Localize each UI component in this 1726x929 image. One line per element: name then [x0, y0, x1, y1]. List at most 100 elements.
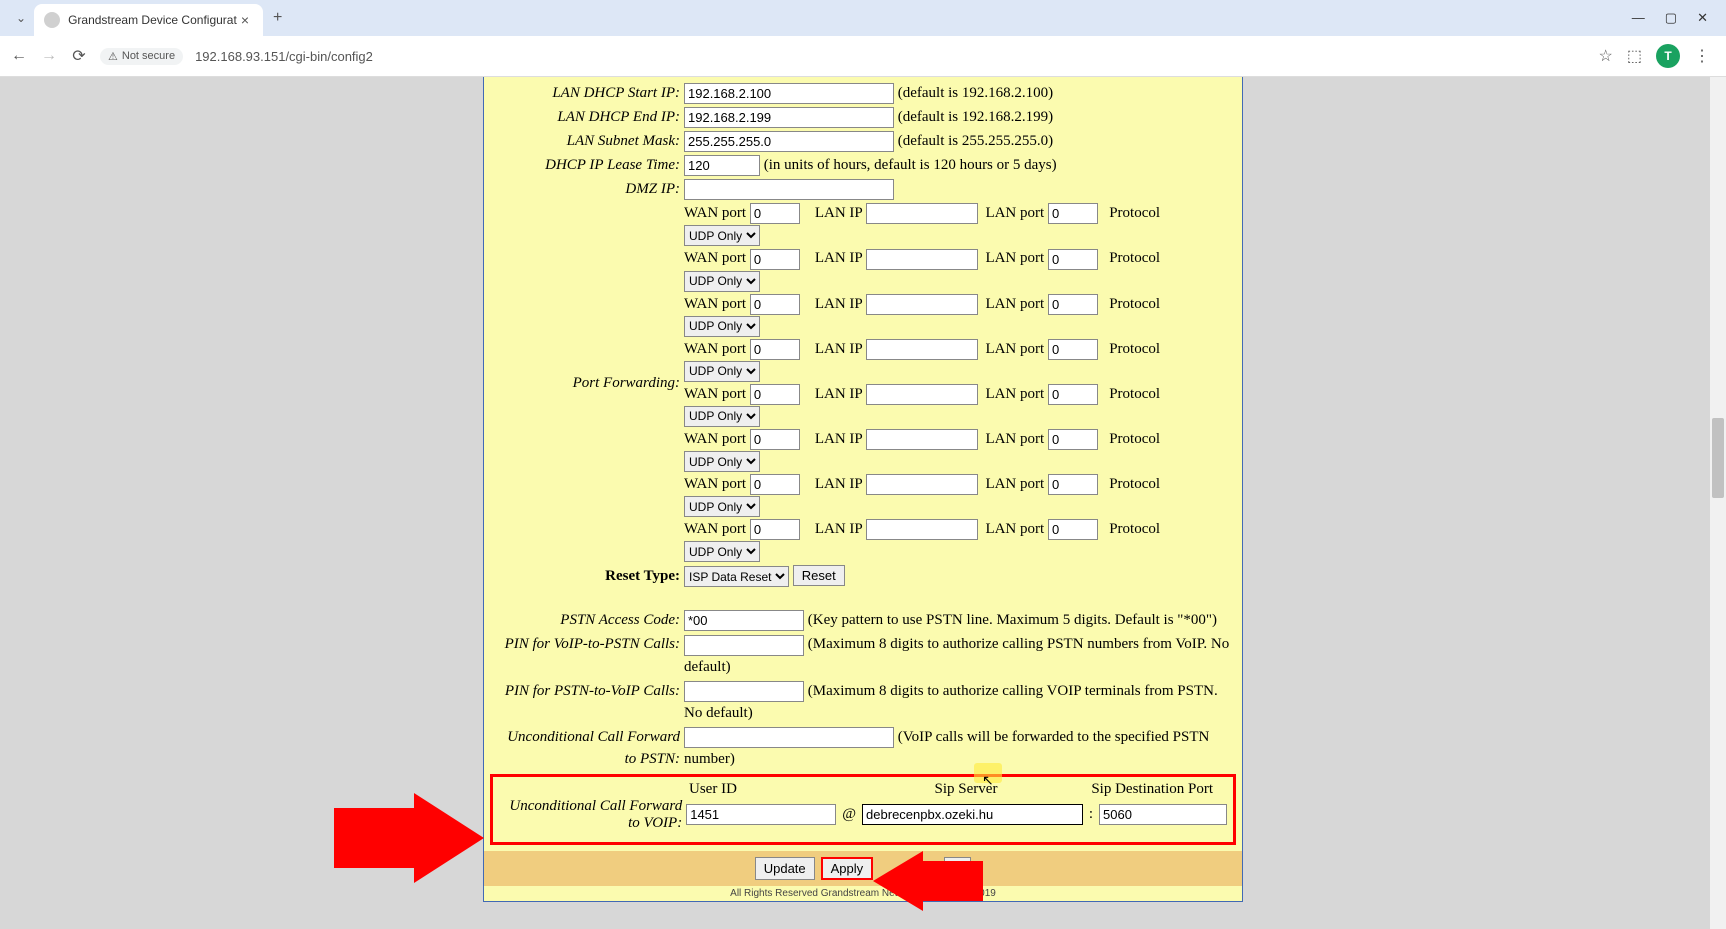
extensions-icon[interactable]: ⬚ — [1627, 46, 1642, 66]
lan-port-input[interactable] — [1048, 294, 1098, 315]
pin-pstn-voip-input[interactable] — [684, 681, 804, 702]
protocol-select[interactable]: UDP Only — [684, 271, 760, 292]
lan-ip-input[interactable] — [866, 519, 978, 540]
voip-sip-server-input[interactable] — [862, 804, 1083, 825]
port-forwarding-row: WAN port LAN IP LAN port ProtocolUDP Onl… — [684, 518, 1232, 562]
lan-port-label: LAN port — [985, 521, 1044, 537]
protocol-label: Protocol — [1109, 521, 1160, 537]
lan-ip-input[interactable] — [866, 339, 978, 360]
port-forwarding-row: WAN port LAN IP LAN port ProtocolUDP Onl… — [684, 293, 1232, 337]
browser-tab[interactable]: Grandstream Device Configurat × — [34, 4, 263, 36]
close-tab-icon[interactable]: × — [237, 12, 253, 28]
minimize-icon[interactable]: — — [1632, 10, 1645, 26]
reset-type-label: Reset Type: — [494, 565, 684, 587]
pstn-access-input[interactable] — [684, 610, 804, 631]
lan-ip-label: LAN IP — [815, 250, 862, 266]
kebab-menu-icon[interactable]: ⋮ — [1694, 46, 1710, 66]
url-display[interactable]: 192.168.93.151/cgi-bin/config2 — [195, 49, 1586, 64]
voip-forward-highlight-box: User ID Sip Server Sip Destination Port … — [490, 774, 1236, 845]
lan-dhcp-end-input[interactable] — [684, 107, 894, 128]
lan-ip-label: LAN IP — [815, 521, 862, 537]
wan-port-input[interactable] — [750, 203, 800, 224]
lan-port-input[interactable] — [1048, 249, 1098, 270]
protocol-label: Protocol — [1109, 476, 1160, 492]
annotation-arrow-left-icon — [334, 793, 484, 883]
update-button[interactable]: Update — [755, 857, 815, 880]
lan-port-input[interactable] — [1048, 203, 1098, 224]
reset-type-select[interactable]: ISP Data Reset — [684, 566, 789, 587]
wan-port-label: WAN port — [684, 341, 746, 357]
reset-button[interactable]: Reset — [793, 565, 845, 586]
voip-sip-port-input[interactable] — [1099, 804, 1227, 825]
dhcp-lease-label: DHCP IP Lease Time: — [494, 154, 684, 176]
profile-avatar[interactable]: T — [1656, 44, 1680, 68]
pin-voip-pstn-input[interactable] — [684, 635, 804, 656]
protocol-select[interactable]: UDP Only — [684, 361, 760, 382]
wan-port-input[interactable] — [750, 429, 800, 450]
lan-dhcp-end-hint: (default is 192.168.2.199) — [898, 109, 1053, 125]
vertical-scrollbar[interactable] — [1710, 77, 1726, 929]
lan-ip-input[interactable] — [866, 474, 978, 495]
dhcp-lease-input[interactable] — [684, 155, 760, 176]
protocol-select[interactable]: UDP Only — [684, 451, 760, 472]
ucf-pstn-input[interactable] — [684, 727, 894, 748]
port-forwarding-row: WAN port LAN IP LAN port ProtocolUDP Onl… — [684, 383, 1232, 427]
lan-port-input[interactable] — [1048, 519, 1098, 540]
port-forwarding-row: WAN port LAN IP LAN port ProtocolUDP Onl… — [684, 428, 1232, 472]
maximize-icon[interactable]: ▢ — [1665, 10, 1677, 26]
port-forwarding-row: WAN port LAN IP LAN port ProtocolUDP Onl… — [684, 473, 1232, 517]
wan-port-input[interactable] — [750, 384, 800, 405]
lan-dhcp-start-input[interactable] — [684, 83, 894, 104]
lan-ip-label: LAN IP — [815, 296, 862, 312]
scroll-thumb[interactable] — [1712, 418, 1724, 498]
voip-user-id-input[interactable] — [686, 804, 836, 825]
lan-port-input[interactable] — [1048, 339, 1098, 360]
lan-subnet-input[interactable] — [684, 131, 894, 152]
button-strip: Update Apply Cancel t — [484, 851, 1242, 886]
new-tab-button[interactable]: + — [263, 9, 292, 27]
lan-ip-input[interactable] — [866, 384, 978, 405]
lan-dhcp-end-label: LAN DHCP End IP: — [494, 106, 684, 128]
tabs-dropdown-icon[interactable]: ⌄ — [8, 11, 34, 25]
lan-port-input[interactable] — [1048, 429, 1098, 450]
tab-title: Grandstream Device Configurat — [68, 13, 237, 27]
wan-port-label: WAN port — [684, 205, 746, 221]
wan-port-input[interactable] — [750, 339, 800, 360]
wan-port-input[interactable] — [750, 474, 800, 495]
lan-port-input[interactable] — [1048, 474, 1098, 495]
protocol-select[interactable]: UDP Only — [684, 541, 760, 562]
dmz-ip-input[interactable] — [684, 179, 894, 200]
tab-bar: ⌄ Grandstream Device Configurat × + — ▢ … — [0, 0, 1726, 36]
apply-button[interactable]: Apply — [821, 857, 874, 880]
voip-sip-server-header: Sip Server — [849, 781, 1083, 798]
protocol-select[interactable]: UDP Only — [684, 225, 760, 246]
wan-port-label: WAN port — [684, 431, 746, 447]
forward-button[interactable]: → — [40, 47, 58, 65]
wan-port-input[interactable] — [750, 519, 800, 540]
footer-copyright: All Rights Reserved Grandstream Networks… — [484, 886, 1242, 901]
lan-port-input[interactable] — [1048, 384, 1098, 405]
wan-port-input[interactable] — [750, 294, 800, 315]
reload-button[interactable]: ⟳ — [70, 46, 88, 66]
lan-port-label: LAN port — [985, 296, 1044, 312]
security-label: Not secure — [122, 50, 175, 62]
protocol-select[interactable]: UDP Only — [684, 316, 760, 337]
lan-ip-input[interactable] — [866, 249, 978, 270]
cursor-pointer-icon: ↖ — [982, 772, 994, 789]
lan-ip-input[interactable] — [866, 429, 978, 450]
port-forwarding-rows: WAN port LAN IP LAN port Protocol UDP Onl… — [684, 202, 1232, 563]
pstn-access-hint: (Key pattern to use PSTN line. Maximum 5… — [808, 612, 1217, 628]
port-forwarding-label: Port Forwarding: — [494, 372, 684, 394]
pin-pstn-voip-label: PIN for PSTN-to-VoIP Calls: — [494, 680, 684, 702]
protocol-select[interactable]: UDP Only — [684, 496, 760, 517]
lan-ip-input[interactable] — [866, 294, 978, 315]
wan-port-input[interactable] — [750, 249, 800, 270]
protocol-label: Protocol — [1109, 250, 1160, 266]
close-window-icon[interactable]: ✕ — [1697, 10, 1708, 26]
lan-ip-input[interactable] — [866, 203, 978, 224]
protocol-select[interactable]: UDP Only — [684, 406, 760, 427]
bookmark-icon[interactable]: ☆ — [1599, 46, 1613, 66]
back-button[interactable]: ← — [10, 47, 28, 65]
protocol-label: Protocol — [1109, 431, 1160, 447]
security-chip[interactable]: ⚠ Not secure — [100, 48, 183, 65]
